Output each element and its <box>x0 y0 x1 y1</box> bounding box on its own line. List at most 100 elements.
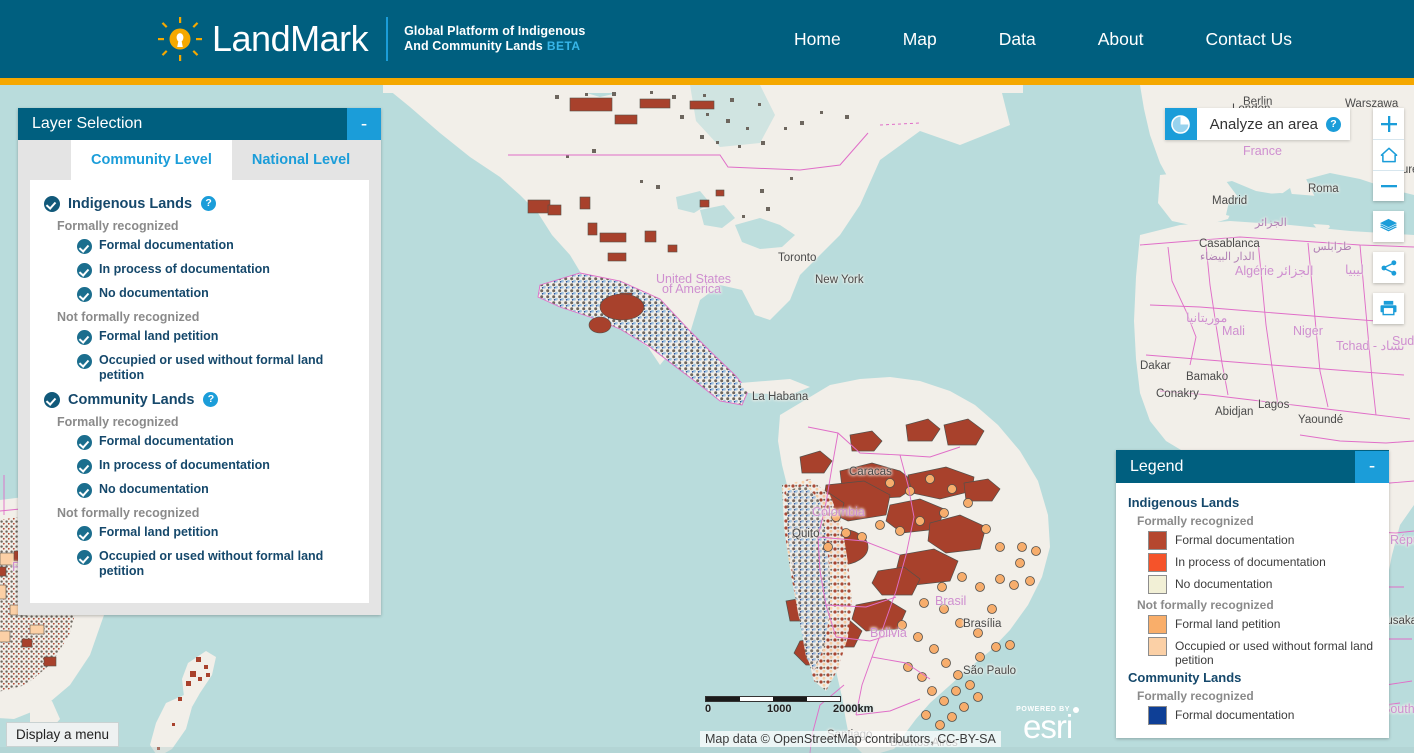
layer-item-checkbox[interactable] <box>77 354 92 369</box>
share-tool-group <box>1373 252 1404 283</box>
layer-item[interactable]: Occupied or used without formal land pet… <box>77 549 355 579</box>
layer-item-checkbox[interactable] <box>77 526 92 541</box>
print-button[interactable] <box>1373 293 1404 324</box>
brand-name: LandMark <box>212 18 369 59</box>
analyze-area-body[interactable]: Analyze an area ? <box>1196 108 1350 140</box>
layer-item-label: Formal land petition <box>99 329 219 343</box>
legend-group-title: Community Lands <box>1128 670 1242 685</box>
legend-item: Formal documentation <box>1148 706 1377 725</box>
scale-label-zero: 0 <box>705 703 712 715</box>
layer-item-label: Formal land petition <box>99 525 219 539</box>
layer-item-label: Formal documentation <box>99 238 234 252</box>
legend-item-label: Occupied or used without formal land pet… <box>1175 639 1374 667</box>
layer-item-checkbox[interactable] <box>77 550 92 565</box>
layer-item-checkbox[interactable] <box>77 483 92 498</box>
layer-panel-title: Layer Selection <box>32 115 143 132</box>
legend-swatch <box>1148 706 1167 725</box>
layer-section-heading: Formally recognized <box>57 219 179 233</box>
legend-header: Legend - <box>1116 450 1389 483</box>
analyze-area-label: Analyze an area <box>1209 115 1318 133</box>
layer-panel-body: Indigenous Lands? Formally recognized Form… <box>30 180 369 603</box>
landmark-map-app: LandMark Global Platform of Indigenous A… <box>0 0 1414 753</box>
layer-group-label: Community Lands <box>68 391 195 408</box>
layer-group-checkbox[interactable] <box>44 392 60 408</box>
analyze-area-widget[interactable]: Analyze an area ? <box>1164 108 1350 140</box>
layer-group-help-icon[interactable]: ? <box>203 392 219 407</box>
layer-panel-minimize-button[interactable]: - <box>347 108 381 140</box>
layer-item-checkbox[interactable] <box>77 330 92 345</box>
layer-item[interactable]: Formal documentation <box>77 238 355 254</box>
layer-item[interactable]: Formal land petition <box>77 525 355 541</box>
analyze-area-help-icon[interactable]: ? <box>1326 116 1341 132</box>
layer-panel-header: Layer Selection - <box>18 108 381 140</box>
tagline-line-1: Global Platform of Indigenous <box>404 24 586 38</box>
layer-item-label: In process of documentation <box>99 458 270 472</box>
sun-icon <box>158 17 202 61</box>
layer-item[interactable]: Formal land petition <box>77 329 355 345</box>
layer-group-indigenous-lands[interactable]: Indigenous Lands? <box>44 195 355 212</box>
layer-section-heading: Not formally recognized <box>57 310 200 324</box>
layer-item-label: No documentation <box>99 286 209 300</box>
main-nav: Home Map Data About Contact Us <box>794 29 1414 50</box>
legend-minimize-button[interactable]: - <box>1355 450 1389 483</box>
legend-body: Indigenous Lands Formally recognized Forma… <box>1116 483 1389 738</box>
legend-item: Formal land petition <box>1148 615 1377 634</box>
scale-bar: 0 1000 2000km <box>705 696 873 717</box>
legend-swatch <box>1148 531 1167 550</box>
layer-item-label: Occupied or used without formal land pet… <box>99 549 324 578</box>
legend-panel: Legend - Indigenous Lands Formally recogn… <box>1116 450 1389 738</box>
map-attribution[interactable]: Map data © OpenStreetMap contributors, C… <box>700 731 1001 747</box>
nav-item-map[interactable]: Map <box>903 29 937 50</box>
legend-item: In process of documentation <box>1148 553 1377 572</box>
layer-group-help-icon[interactable]: ? <box>201 196 217 211</box>
layer-item-label: In process of documentation <box>99 262 270 276</box>
layer-group-checkbox[interactable] <box>44 196 60 212</box>
display-a-menu-button[interactable]: Display a menu <box>6 722 120 747</box>
nav-item-contact-us[interactable]: Contact Us <box>1205 29 1292 50</box>
layer-group-label: Indigenous Lands <box>68 195 193 212</box>
legend-item: Occupied or used without formal land pet… <box>1148 637 1377 667</box>
legend-swatch <box>1148 553 1167 572</box>
basemap-layers-button[interactable] <box>1373 211 1404 242</box>
layer-item-checkbox[interactable] <box>77 287 92 302</box>
layer-item[interactable]: In process of documentation <box>77 458 355 474</box>
layer-item-checkbox[interactable] <box>77 459 92 474</box>
site-header: LandMark Global Platform of Indigenous A… <box>0 0 1414 78</box>
legend-swatch <box>1148 637 1167 656</box>
legend-swatch <box>1148 575 1167 594</box>
beta-badge: BETA <box>546 39 581 53</box>
layer-item[interactable]: In process of documentation <box>77 262 355 278</box>
zoom-tool-group <box>1373 108 1404 201</box>
basemap-tool-group <box>1373 211 1404 242</box>
home-button[interactable] <box>1373 139 1404 170</box>
layer-item[interactable]: No documentation <box>77 286 355 302</box>
zoom-in-button[interactable] <box>1373 108 1404 139</box>
layer-item-label: No documentation <box>99 482 209 496</box>
layer-item[interactable]: Occupied or used without formal land pet… <box>77 353 355 383</box>
legend-item-label: Formal documentation <box>1175 533 1295 547</box>
share-button[interactable] <box>1373 252 1404 283</box>
brand-logo[interactable]: LandMark Global Platform of Indigenous A… <box>158 17 585 61</box>
layer-item-checkbox[interactable] <box>77 435 92 450</box>
layer-group-community-lands[interactable]: Community Lands? <box>44 391 355 408</box>
nav-item-about[interactable]: About <box>1098 29 1144 50</box>
pie-chart-icon <box>1164 108 1197 140</box>
layer-section-heading: Not formally recognized <box>57 506 200 520</box>
layer-panel-tabs: Community Level National Level <box>18 140 381 180</box>
layer-item[interactable]: No documentation <box>77 482 355 498</box>
layer-item-checkbox[interactable] <box>77 263 92 278</box>
tab-community-level[interactable]: Community Level <box>71 140 232 180</box>
nav-item-data[interactable]: Data <box>999 29 1036 50</box>
layer-item[interactable]: Formal documentation <box>77 434 355 450</box>
tab-national-level[interactable]: National Level <box>232 140 370 180</box>
scale-label-mid: 1000 <box>767 703 792 715</box>
nav-item-home[interactable]: Home <box>794 29 841 50</box>
scale-bar-labels: 0 1000 2000km <box>705 703 873 717</box>
zoom-out-button[interactable] <box>1373 170 1404 201</box>
map-tools <box>1373 108 1404 334</box>
brand-divider <box>386 17 389 61</box>
tagline-line-2-text: And Community Lands <box>404 39 543 53</box>
legend-section-heading: Formally recognized <box>1137 689 1254 703</box>
layer-item-checkbox[interactable] <box>77 239 92 254</box>
esri-wordmark: esri <box>1022 708 1073 745</box>
